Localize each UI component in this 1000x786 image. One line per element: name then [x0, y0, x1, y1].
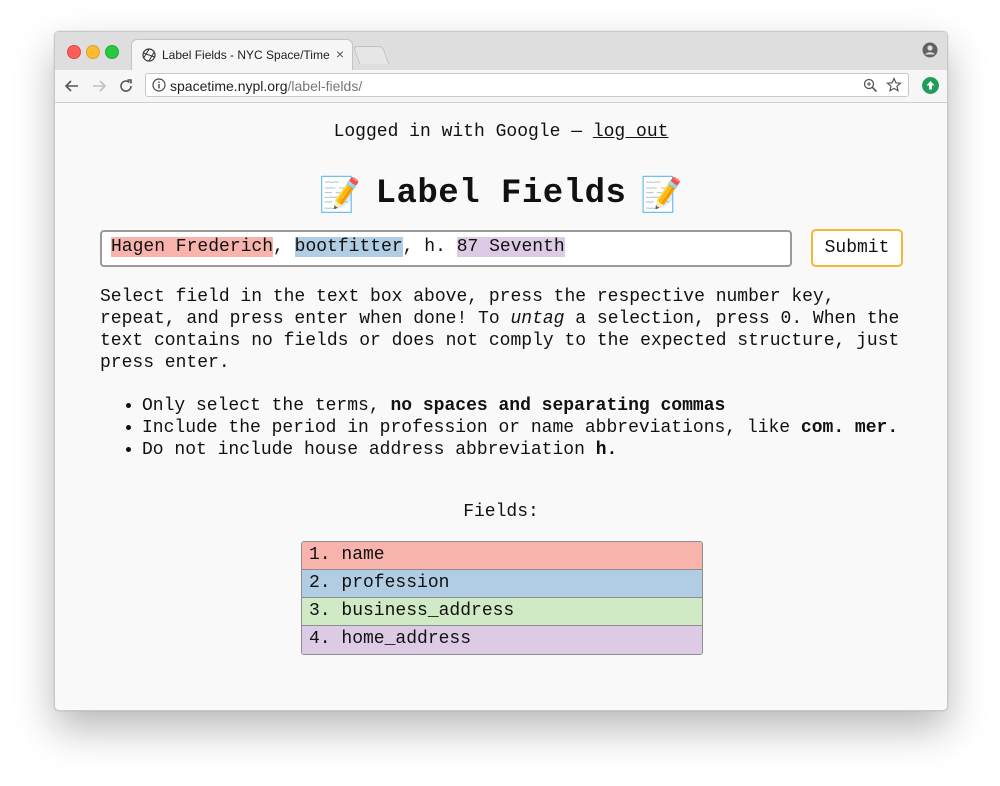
fields-legend: 1. name 2. profession 3. business_addres… [301, 541, 703, 655]
memo-icon: 📝 [640, 179, 684, 217]
browser-toolbar: spacetime.nypl.org/label-fields/ [55, 70, 947, 103]
untagged-segment: , [273, 237, 295, 257]
address-bar[interactable]: spacetime.nypl.org/label-fields/ [145, 73, 909, 97]
field-home-address: 4. home_address [302, 626, 702, 654]
fields-heading: Fields: [463, 502, 539, 522]
reload-icon[interactable] [117, 77, 135, 95]
submit-button[interactable]: Submit [811, 229, 903, 267]
browser-tab[interactable]: Label Fields - NYC Space/Time × [131, 39, 353, 70]
field-profession: 2. profession [302, 570, 702, 598]
login-text: Logged in with Google — [333, 122, 593, 142]
untagged-segment: , h. [402, 237, 457, 257]
address-text-input[interactable]: Hagen Frederich, bootfitter, h. 87 Seven… [100, 230, 792, 267]
back-arrow-icon[interactable] [63, 77, 81, 95]
rules-list: Only select the terms, no spaces and sep… [100, 395, 942, 461]
tab-title: Label Fields - NYC Space/Time [162, 48, 330, 62]
list-item: Only select the terms, no spaces and sep… [142, 395, 942, 417]
list-item: Do not include house address abbreviatio… [142, 439, 942, 461]
close-window-button[interactable] [67, 45, 81, 59]
instructions-text: Select field in the text box above, pres… [100, 287, 900, 373]
url-text: spacetime.nypl.org/label-fields/ [170, 78, 363, 94]
globe-icon [142, 48, 156, 62]
zoom-window-button[interactable] [105, 45, 119, 59]
tagged-profession-segment: bootfitter [294, 237, 403, 257]
zoom-icon[interactable] [863, 78, 878, 93]
tab-close-icon[interactable]: × [336, 46, 344, 62]
tagged-home-address-segment: 87 Seventh [456, 237, 565, 257]
browser-window: Label Fields - NYC Space/Time × spacetim… [54, 31, 948, 711]
field-name: 1. name [302, 542, 702, 570]
title-text: Label Fields [375, 175, 627, 213]
login-status: Logged in with Google — log out [55, 122, 947, 142]
bookmark-star-icon[interactable] [886, 77, 902, 93]
new-tab-button[interactable] [352, 46, 390, 64]
memo-icon: 📝 [318, 179, 362, 217]
list-item: Include the period in profession or name… [142, 417, 942, 439]
tagged-name-segment: Hagen Frederich [111, 237, 274, 257]
extension-icon[interactable] [922, 77, 939, 94]
info-icon[interactable] [152, 78, 166, 92]
field-business-address: 3. business_address [302, 598, 702, 626]
tab-bar: Label Fields - NYC Space/Time × [55, 32, 947, 71]
profile-icon[interactable] [922, 42, 938, 58]
minimize-window-button[interactable] [86, 45, 100, 59]
page-content: Logged in with Google — log out 📝 Label F… [55, 103, 947, 710]
logout-link[interactable]: log out [593, 122, 669, 142]
forward-arrow-icon[interactable] [90, 77, 108, 95]
page-title: 📝 Label Fields 📝 [55, 175, 947, 217]
